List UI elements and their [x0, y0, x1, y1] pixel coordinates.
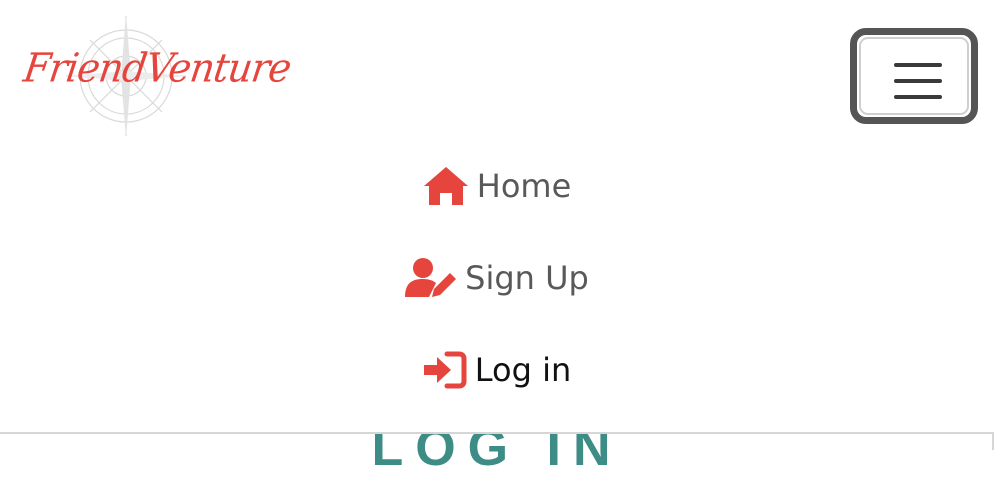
navbar-divider [0, 432, 994, 434]
hamburger-menu-icon [859, 37, 969, 115]
nav-item-log-in: Log in [0, 324, 994, 416]
brand-logo-link[interactable]: FriendVenture [18, 10, 294, 140]
nav-item-home: Home [0, 140, 994, 232]
nav-link-log-in[interactable]: Log in [423, 351, 572, 389]
hamburger-line [894, 79, 942, 83]
nav-link-label: Sign Up [465, 259, 589, 297]
nav-link-home[interactable]: Home [423, 165, 572, 207]
brand-name: FriendVenture [20, 44, 294, 92]
navbar-toggler-button[interactable] [850, 28, 978, 124]
user-pen-icon [405, 257, 457, 299]
house-icon [423, 165, 469, 207]
nav-link-label: Home [476, 167, 572, 205]
nav-link-sign-up[interactable]: Sign Up [405, 257, 589, 299]
nav-menu: Home Sign Up Log in [0, 140, 994, 416]
sign-in-icon [423, 351, 467, 389]
nav-item-sign-up: Sign Up [0, 232, 994, 324]
navbar: FriendVenture Home Sign Up Log in [0, 0, 994, 432]
nav-link-label: Log in [474, 351, 572, 389]
hamburger-line [894, 95, 942, 99]
hamburger-line [894, 63, 942, 67]
